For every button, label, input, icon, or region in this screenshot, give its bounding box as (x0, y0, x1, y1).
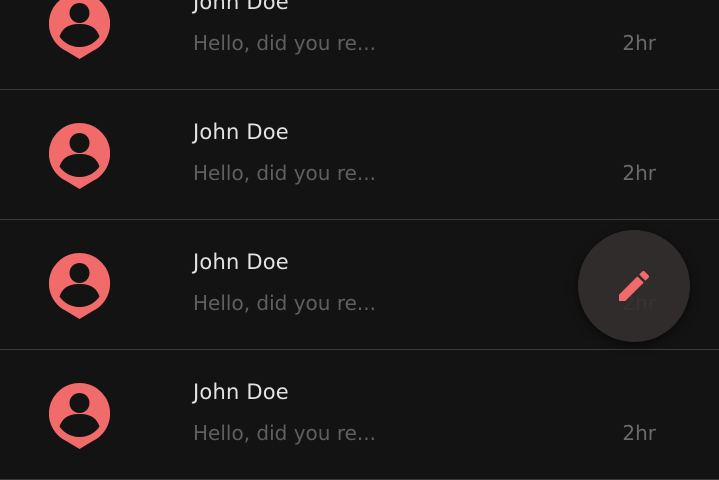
contact-name: John Doe (193, 380, 289, 404)
message-time: 2hr (622, 421, 656, 445)
contact-name: John Doe (193, 120, 289, 144)
user-avatar-icon (49, 123, 110, 191)
message-preview: Hello, did you re... (193, 31, 376, 55)
conversation-row[interactable]: John Doe Hello, did you re... 2hr (0, 90, 719, 220)
user-avatar-icon (49, 383, 110, 451)
message-time: 2hr (622, 31, 656, 55)
conversation-row[interactable]: John Doe Hello, did you re... 2hr (0, 0, 719, 90)
user-avatar-icon (49, 253, 110, 321)
user-avatar-icon (49, 0, 110, 61)
message-preview: Hello, did you re... (193, 291, 376, 315)
message-time: 2hr (622, 161, 656, 185)
compose-button[interactable] (578, 230, 690, 342)
conversation-row[interactable]: John Doe Hello, did you re... 2hr (0, 350, 719, 480)
pencil-icon (614, 266, 654, 306)
contact-name: John Doe (193, 0, 289, 14)
message-preview: Hello, did you re... (193, 161, 376, 185)
message-preview: Hello, did you re... (193, 421, 376, 445)
contact-name: John Doe (193, 250, 289, 274)
